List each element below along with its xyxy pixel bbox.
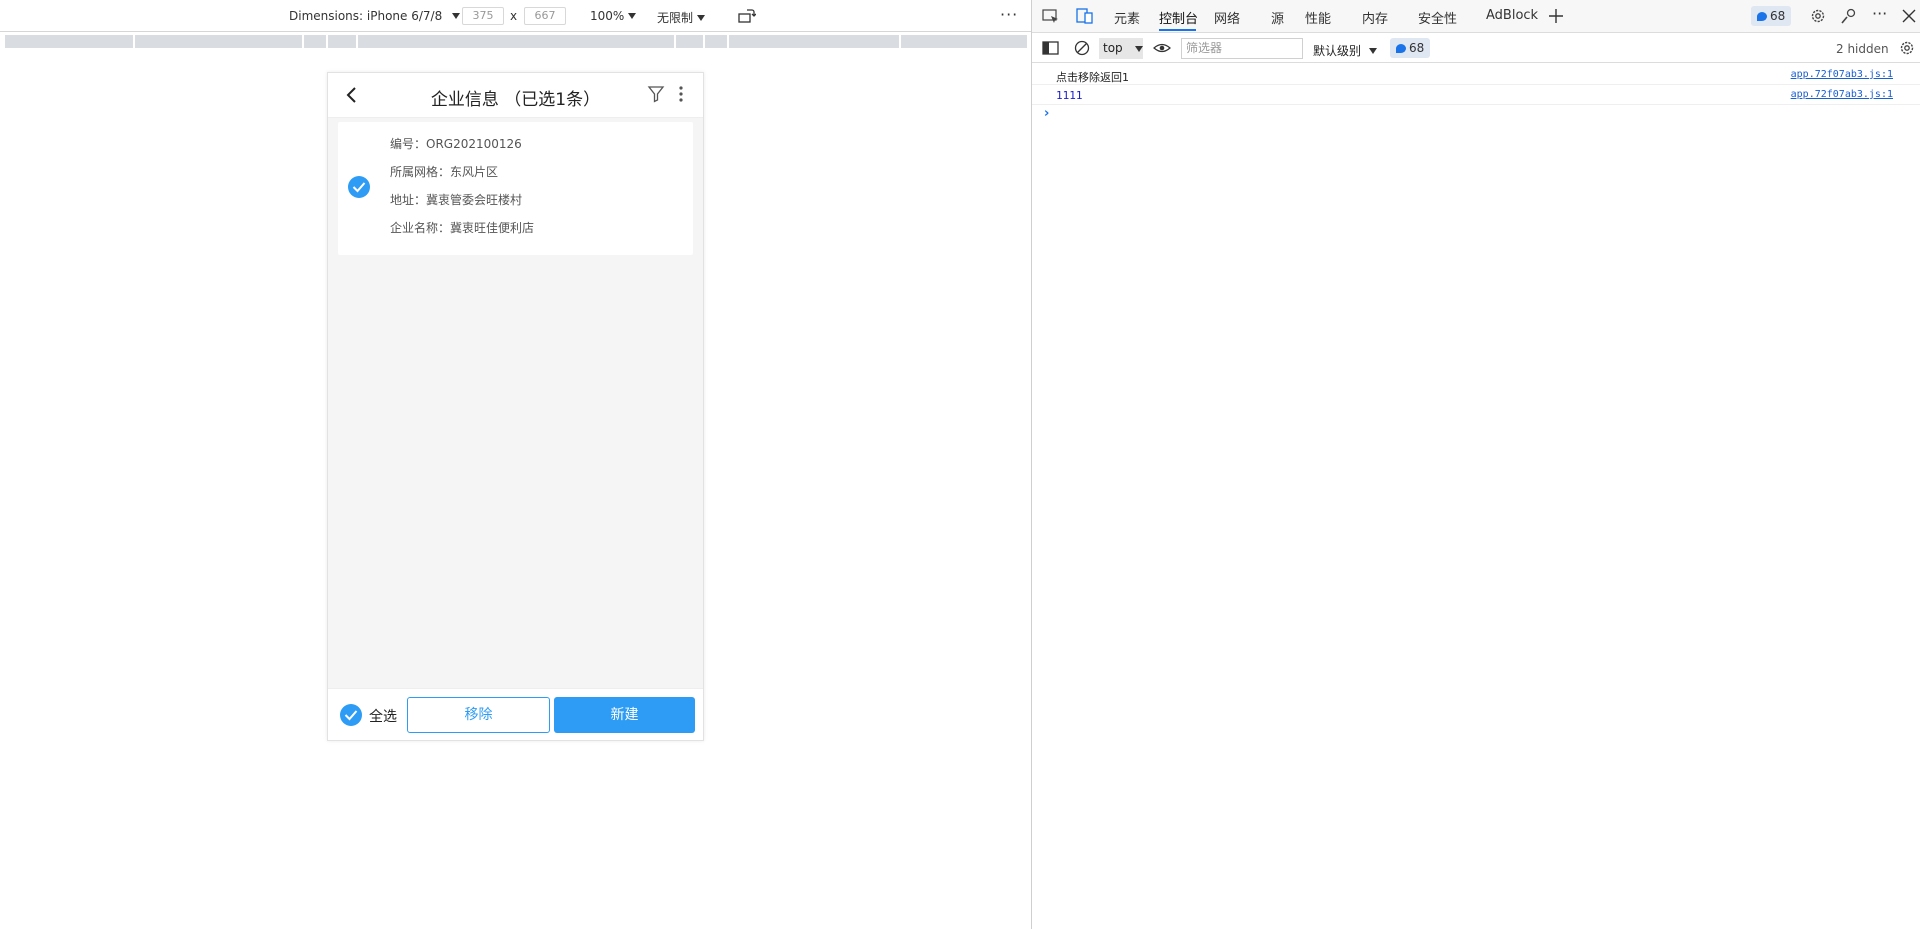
more-tools-icon[interactable]: ···	[1872, 4, 1887, 23]
rotate-icon[interactable]	[738, 8, 756, 24]
enterprise-card[interactable]: 编号：ORG202100126 所属网格：东风片区 地址：冀衷管委会旺楼村 企业…	[338, 122, 693, 255]
card-code: 编号：ORG202100126	[390, 137, 522, 151]
phone-viewport: 企业信息 （已选1条） 编号：ORG202100126 所属网格：东风片区 地址…	[327, 72, 704, 741]
console-prompt[interactable]: ›	[1044, 106, 1049, 121]
tab-network[interactable]: 网络	[1214, 8, 1240, 27]
hidden-messages-count: 2 hidden	[1836, 42, 1889, 56]
message-icon	[1396, 43, 1406, 53]
bottom-action-bar: 全选 移除 新建	[328, 688, 703, 740]
throttle-select[interactable]: 无限制	[657, 9, 706, 26]
device-toolbar: Dimensions: iPhone 6/7/8 375 x 667 100% …	[0, 0, 1031, 32]
filter-input[interactable]: 筛选器	[1181, 38, 1303, 59]
log-message: 点击移除返回1	[1056, 71, 1129, 84]
device-label: Dimensions: iPhone 6/7/8	[289, 9, 443, 23]
device-toolbar-icon[interactable]	[1076, 8, 1094, 24]
console-toolbar: top 筛选器 默认级别 68 2 hidden	[1032, 34, 1920, 63]
zoom-select[interactable]: 100%	[590, 9, 637, 23]
tab-elements[interactable]: 元素	[1114, 8, 1140, 27]
ruler-segment[interactable]	[5, 35, 133, 48]
ruler-segment[interactable]	[304, 35, 326, 48]
more-vertical-icon[interactable]	[677, 85, 685, 103]
caret-down-icon	[1134, 46, 1143, 52]
issues-count: 68	[1770, 9, 1786, 23]
log-level-select[interactable]: 默认级别	[1313, 42, 1378, 59]
device-emulation-pane: Dimensions: iPhone 6/7/8 375 x 667 100% …	[0, 0, 1031, 929]
nav-header: 企业信息 （已选1条）	[328, 73, 703, 118]
message-icon	[1757, 11, 1767, 21]
card-address: 地址：冀衷管委会旺楼村	[390, 193, 523, 207]
customize-icon[interactable]	[1840, 8, 1858, 24]
context-value: top	[1103, 41, 1123, 55]
throttle-label: 无限制	[657, 11, 694, 25]
more-options-icon[interactable]: ···	[1000, 5, 1018, 24]
ruler-segment[interactable]	[901, 35, 1027, 48]
caret-down-icon	[628, 13, 637, 19]
add-tab-icon[interactable]	[1547, 8, 1565, 24]
device-select[interactable]: Dimensions: iPhone 6/7/8	[289, 9, 461, 23]
tab-memory[interactable]: 内存	[1362, 8, 1388, 27]
select-all-checked-icon[interactable]	[340, 704, 362, 726]
inspect-element-icon[interactable]	[1042, 8, 1060, 24]
close-icon[interactable]	[1900, 8, 1918, 24]
select-all-label[interactable]: 全选	[369, 706, 397, 726]
log-source-link[interactable]: app.72f07ab3.js:1	[1791, 69, 1893, 80]
tab-console[interactable]: 控制台	[1159, 8, 1198, 27]
zoom-label: 100%	[590, 9, 625, 23]
app-root: Dimensions: iPhone 6/7/8 375 x 667 100% …	[0, 0, 1920, 929]
log-level-label: 默认级别	[1313, 44, 1362, 58]
sidebar-toggle-icon[interactable]	[1042, 40, 1060, 56]
checked-icon[interactable]	[348, 176, 370, 198]
tab-security[interactable]: 安全性	[1418, 8, 1457, 27]
media-query-ruler	[0, 33, 1031, 50]
ruler-segment[interactable]	[135, 35, 302, 48]
console-settings-icon[interactable]	[1898, 40, 1916, 56]
devtools-tab-bar: 元素 控制台 网络 源 性能 内存 安全性 AdBlock 68 ···	[1032, 0, 1920, 33]
log-source-link[interactable]: app.72f07ab3.js:1	[1791, 89, 1893, 100]
caret-down-icon	[697, 14, 706, 21]
ruler-segment[interactable]	[328, 35, 356, 48]
gear-icon[interactable]	[1809, 8, 1827, 24]
card-grid: 所属网格：东风片区	[390, 165, 499, 179]
ruler-segment[interactable]	[676, 35, 703, 48]
clear-console-icon[interactable]	[1073, 40, 1091, 56]
active-tab-indicator	[1159, 29, 1196, 31]
remove-button[interactable]: 移除	[407, 697, 550, 733]
ruler-segment[interactable]	[705, 35, 727, 48]
height-input[interactable]: 667	[524, 7, 566, 25]
caret-down-icon	[452, 13, 461, 19]
width-input[interactable]: 375	[462, 7, 504, 25]
console-issues-badge[interactable]: 68	[1390, 38, 1431, 58]
new-button[interactable]: 新建	[554, 697, 695, 733]
card-details: 编号：ORG202100126 所属网格：东风片区 地址：冀衷管委会旺楼村 企业…	[390, 136, 534, 248]
ruler-segment[interactable]	[358, 35, 674, 48]
caret-down-icon	[1369, 47, 1378, 54]
ruler-segment[interactable]	[729, 35, 899, 48]
tab-performance[interactable]: 性能	[1305, 8, 1331, 27]
devtools-panel: 元素 控制台 网络 源 性能 内存 安全性 AdBlock 68 ··· top…	[1031, 0, 1920, 929]
context-select[interactable]: top	[1099, 38, 1143, 59]
card-name: 企业名称：冀衷旺佳便利店	[390, 221, 535, 235]
eye-icon[interactable]	[1153, 40, 1171, 56]
console-log-row: 1111 app.72f07ab3.js:1	[1032, 85, 1920, 105]
console-log-row: 点击移除返回1 app.72f07ab3.js:1	[1032, 65, 1920, 85]
tab-sources[interactable]: 源	[1271, 8, 1284, 27]
issues-badge[interactable]: 68	[1751, 6, 1792, 26]
dimension-times: x	[510, 9, 518, 23]
tab-adblock[interactable]: AdBlock	[1486, 8, 1538, 23]
filter-icon[interactable]	[647, 85, 665, 103]
log-message: 1111	[1056, 89, 1083, 102]
console-issues-count: 68	[1409, 41, 1425, 55]
